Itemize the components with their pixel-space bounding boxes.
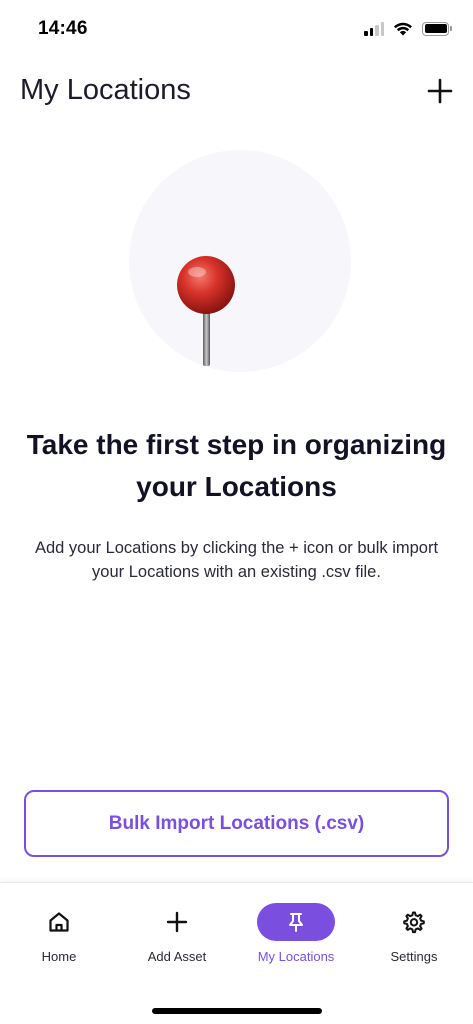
page-title: My Locations	[20, 74, 191, 106]
header: My Locations	[0, 66, 473, 118]
nav-label: Home	[41, 949, 77, 964]
nav-icon-wrap	[257, 903, 335, 941]
nav-label: Add Asset	[147, 949, 207, 964]
battery-icon	[422, 21, 452, 36]
gear-icon	[403, 911, 425, 934]
status-icons	[364, 21, 452, 36]
nav-icon-wrap	[138, 903, 216, 941]
nav-icon-wrap	[20, 903, 98, 941]
home-icon	[49, 912, 69, 932]
empty-state-illustration	[129, 150, 351, 372]
wifi-icon	[394, 22, 412, 36]
plus-icon	[427, 78, 453, 104]
empty-state-description: Add your Locations by clicking the + ico…	[34, 539, 439, 581]
signal-icon	[364, 21, 384, 36]
nav-item-add-asset[interactable]: Add Asset	[118, 901, 236, 971]
status-time: 14:46	[38, 18, 88, 39]
push-pin-icon	[177, 256, 235, 366]
nav-label: My Locations	[257, 949, 335, 964]
status-bar: 14:46	[0, 0, 473, 60]
screen: 14:46 My Locations Take the first step i…	[0, 0, 473, 1024]
nav-icon-wrap	[375, 903, 453, 941]
bulk-import-label: Bulk Import Locations (.csv)	[108, 812, 365, 834]
nav-item-my-locations[interactable]: My Locations	[237, 901, 355, 971]
empty-state-headline: Take the first step in organizing your L…	[26, 429, 447, 502]
nav-item-settings[interactable]: Settings	[355, 901, 473, 971]
nav-label: Settings	[390, 949, 438, 964]
plus-icon	[166, 911, 188, 933]
bottom-nav: Home Add Asset My Locations Settings	[0, 882, 473, 1024]
add-location-button[interactable]	[423, 74, 457, 108]
bulk-import-button[interactable]: Bulk Import Locations (.csv)	[24, 790, 449, 857]
home-indicator[interactable]	[152, 1008, 322, 1014]
nav-item-home[interactable]: Home	[0, 901, 118, 971]
pin-icon	[289, 913, 303, 932]
